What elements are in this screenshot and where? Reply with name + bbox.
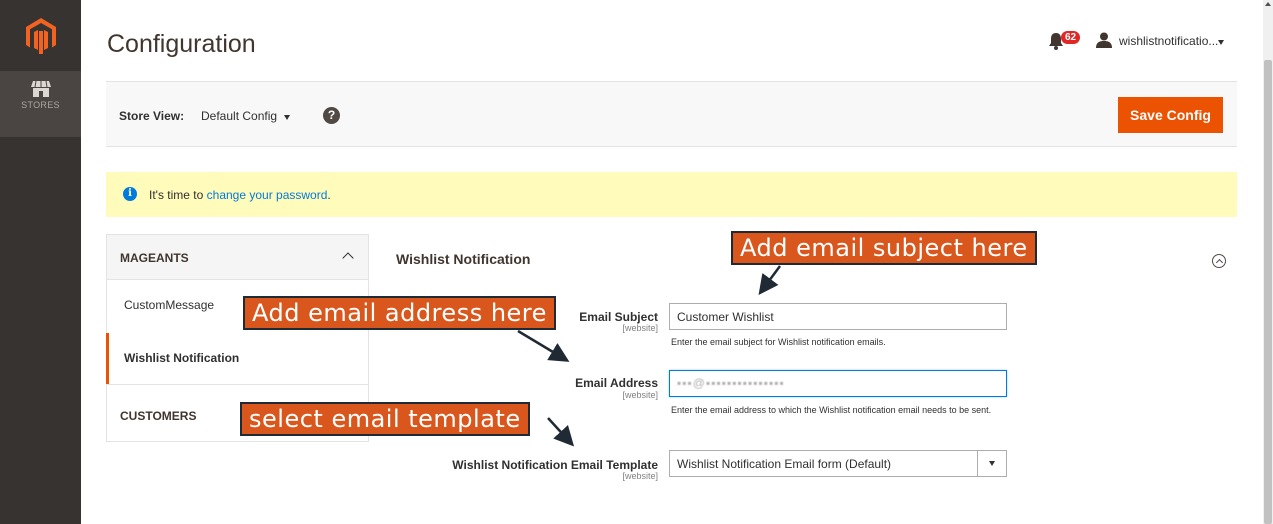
sidebar-item-stores[interactable]: STORES bbox=[0, 71, 81, 137]
store-view-label: Store View: bbox=[119, 109, 185, 123]
email-subject-input[interactable] bbox=[669, 303, 1007, 330]
notice-message: It's time to change your password. bbox=[149, 188, 331, 202]
magento-logo-icon[interactable] bbox=[26, 18, 56, 54]
admin-user-menu[interactable]: wishlistnotificatio... bbox=[1119, 34, 1218, 48]
arrow-template bbox=[547, 417, 575, 447]
notice-text: . bbox=[327, 188, 331, 202]
email-template-select[interactable]: Wishlist Notification Email form (Defaul… bbox=[669, 450, 1007, 477]
select-value: Wishlist Notification Email form (Defaul… bbox=[677, 457, 892, 471]
callout-email-template: select email template bbox=[240, 402, 530, 436]
store-view-dropdown[interactable]: Default Config bbox=[201, 109, 277, 123]
email-subject-note: Enter the email subject for Wishlist not… bbox=[671, 337, 886, 347]
email-template-label: Wishlist Notification Email Template bbox=[452, 458, 658, 472]
scroll-up-icon[interactable] bbox=[1265, 2, 1271, 6]
nav-section-label: CUSTOMERS bbox=[120, 409, 197, 423]
save-config-button[interactable]: Save Config bbox=[1118, 97, 1223, 133]
chevron-down-icon[interactable] bbox=[1218, 40, 1224, 45]
email-address-field[interactable]: ▪▪▪@▪▪▪▪▪▪▪▪▪▪▪▪▪▪▪ bbox=[669, 370, 1007, 397]
chevron-down-icon[interactable] bbox=[284, 115, 290, 120]
scope-label: [website] bbox=[622, 471, 658, 481]
sidebar-item-label: STORES bbox=[21, 100, 60, 110]
scope-label: [website] bbox=[622, 323, 658, 333]
admin-sidebar: STORES bbox=[0, 0, 81, 524]
change-password-link[interactable]: change your password bbox=[207, 188, 328, 202]
password-notice: i It's time to change your password. bbox=[106, 172, 1237, 217]
callout-email-address: Add email address here bbox=[243, 296, 556, 330]
store-icon bbox=[30, 81, 51, 97]
callout-email-subject: Add email subject here bbox=[731, 231, 1037, 265]
email-address-label: Email Address bbox=[575, 376, 658, 390]
collapse-section-icon[interactable] bbox=[1212, 254, 1226, 268]
nav-section-mageants[interactable]: MAGEANTS bbox=[106, 234, 369, 280]
scrollbar-thumb[interactable] bbox=[1264, 60, 1272, 524]
chevron-up-icon[interactable] bbox=[342, 252, 354, 264]
notice-text: It's time to bbox=[149, 188, 207, 202]
page-scrollbar[interactable] bbox=[1263, 0, 1273, 524]
nav-item-wishlist-notification[interactable]: Wishlist Notification bbox=[106, 333, 369, 384]
user-icon[interactable] bbox=[1096, 32, 1112, 48]
nav-item-label: CustomMessage bbox=[124, 298, 215, 312]
help-icon[interactable]: ? bbox=[323, 107, 340, 124]
section-title[interactable]: Wishlist Notification bbox=[396, 251, 530, 267]
nav-item-label: Wishlist Notification bbox=[124, 351, 240, 365]
page-title: Configuration bbox=[107, 30, 256, 58]
scope-label: [website] bbox=[622, 390, 658, 400]
store-switcher-bar: Store View: Default Config ? Save Config bbox=[106, 81, 1237, 147]
email-subject-label: Email Subject bbox=[579, 310, 658, 324]
nav-section-label: MAGEANTS bbox=[120, 251, 189, 265]
notification-count-badge[interactable]: 62 bbox=[1061, 31, 1081, 44]
email-address-note: Enter the email address to which the Wis… bbox=[671, 405, 992, 415]
arrow-subject bbox=[758, 265, 782, 296]
info-icon: i bbox=[123, 187, 137, 201]
redacted-email: ▪▪▪@▪▪▪▪▪▪▪▪▪▪▪▪▪▪▪ bbox=[677, 376, 785, 390]
chevron-down-icon[interactable] bbox=[977, 451, 1006, 476]
arrow-address bbox=[517, 329, 570, 362]
